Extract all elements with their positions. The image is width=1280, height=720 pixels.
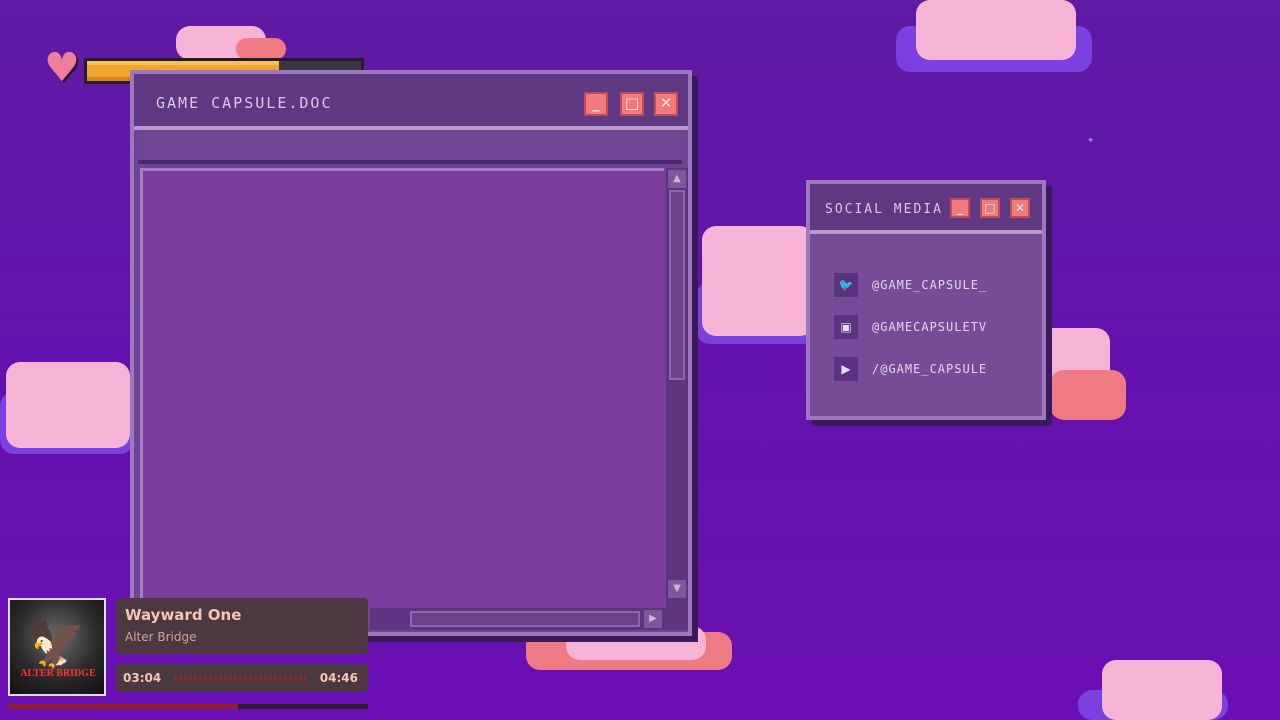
social-item-youtube[interactable]: ▶ /@GAME_CAPSULE	[834, 348, 987, 390]
heart-icon: ♥	[44, 45, 80, 91]
social-media-window: SOCIAL MEDIA _ □ ✕ 🐦 @GAME_CAPSULE_ ▣ @G…	[806, 180, 1046, 420]
time-display: 03:04 04:46	[116, 664, 368, 692]
cloud-bottom-right	[1078, 660, 1228, 720]
track-info: Wayward One Alter Bridge	[116, 598, 368, 654]
horizontal-scroll-thumb[interactable]	[410, 611, 640, 627]
scroll-down-icon[interactable]: ▼	[668, 580, 686, 598]
cloud-left	[0, 362, 134, 454]
youtube-icon: ▶	[834, 357, 858, 381]
maximize-button[interactable]: □	[620, 92, 644, 116]
scroll-up-icon[interactable]: ▲	[668, 170, 686, 188]
playback-progress-bar[interactable]	[8, 704, 368, 709]
minimize-button[interactable]: _	[584, 92, 608, 116]
social-handle: /@GAME_CAPSULE	[872, 362, 988, 376]
main-window-titlebar[interactable]: GAME CAPSULE.DOC _ □ ✕	[134, 74, 688, 130]
social-handle: @GAMECAPSULETV	[872, 320, 988, 334]
social-item-twitch[interactable]: ▣ @GAMECAPSULETV	[834, 306, 987, 348]
scroll-right-icon[interactable]: ▶	[644, 610, 662, 628]
album-art: 🦅 ALTER BRIDGE	[8, 598, 106, 696]
close-button[interactable]: ✕	[654, 92, 678, 116]
social-maximize-button[interactable]: □	[980, 198, 1000, 218]
vertical-scrollbar[interactable]: ▲ ▼	[666, 168, 688, 608]
social-window-title: SOCIAL MEDIA	[825, 202, 943, 217]
menu-bar	[138, 132, 682, 164]
playback-progress-fill	[8, 704, 239, 709]
track-title: Wayward One	[125, 606, 242, 624]
document-area[interactable]	[140, 168, 664, 608]
current-time: 03:04	[123, 671, 162, 685]
cloud-top-right	[896, 0, 1092, 74]
social-minimize-button[interactable]: _	[950, 198, 970, 218]
album-logo: ALTER BRIDGE	[20, 668, 96, 679]
eagle-icon: 🦅	[26, 615, 86, 671]
waveform	[174, 676, 306, 681]
cloud-middle	[696, 226, 816, 344]
social-close-button[interactable]: ✕	[1010, 198, 1030, 218]
social-handle: @GAME_CAPSULE_	[872, 278, 988, 292]
main-window: GAME CAPSULE.DOC _ □ ✕ ▲ ▼ ▶	[130, 70, 692, 636]
horizontal-scrollbar[interactable]: ▶	[370, 608, 688, 630]
cloud-right-salmon	[1040, 328, 1126, 420]
main-window-title: GAME CAPSULE.DOC	[156, 94, 333, 112]
vertical-scroll-thumb[interactable]	[669, 190, 685, 380]
sparkle-icon: ✦	[1087, 132, 1095, 146]
twitter-icon: 🐦	[834, 273, 858, 297]
total-time: 04:46	[319, 671, 358, 685]
social-item-twitter[interactable]: 🐦 @GAME_CAPSULE_	[834, 264, 987, 306]
track-artist: Alter Bridge	[125, 630, 197, 644]
social-list: 🐦 @GAME_CAPSULE_ ▣ @GAMECAPSULETV ▶ /@GA…	[834, 264, 987, 390]
music-player: 🦅 ALTER BRIDGE Wayward One Alter Bridge …	[8, 598, 368, 714]
social-window-titlebar[interactable]: SOCIAL MEDIA _ □ ✕	[810, 184, 1042, 234]
twitch-icon: ▣	[834, 315, 858, 339]
